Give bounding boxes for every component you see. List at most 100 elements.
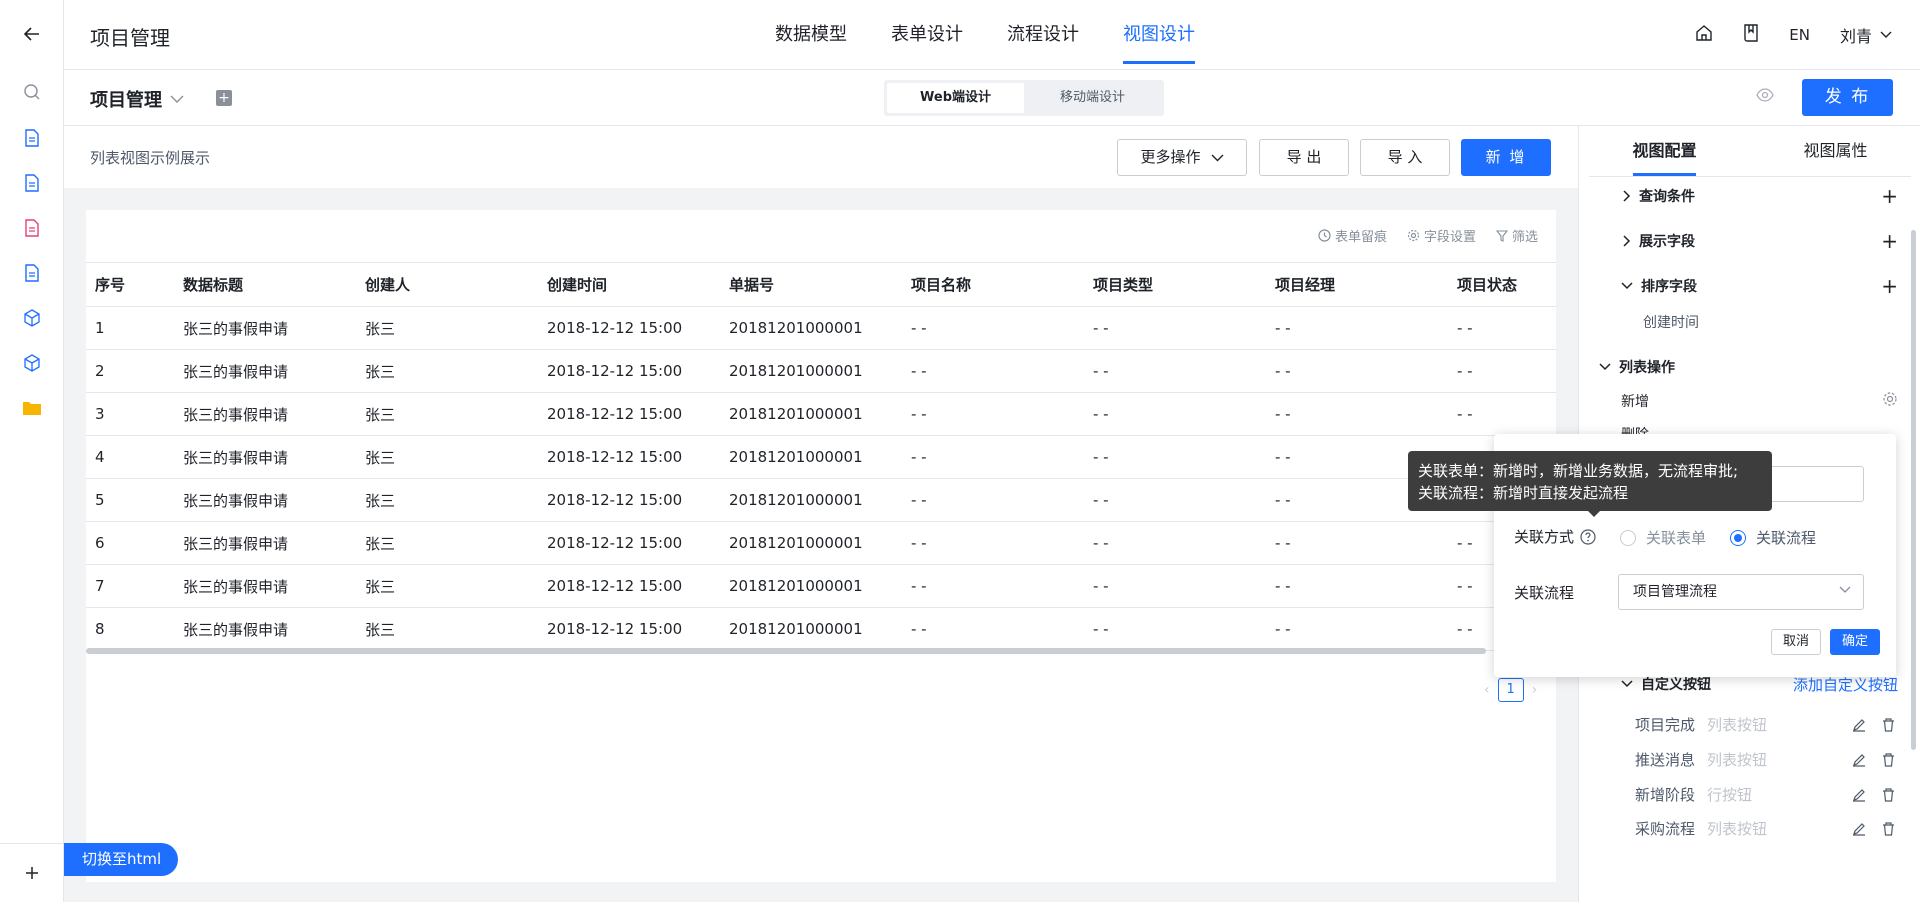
form-trace-tool[interactable]: 表单留痕 xyxy=(1318,226,1387,245)
trash-icon[interactable] xyxy=(1882,752,1895,767)
edit-icon[interactable] xyxy=(1852,718,1866,732)
project-name: 项目管理 xyxy=(90,90,162,111)
table-row[interactable]: 3 张三的事假申请 张三 2018-12-12 15:00 20181201000001… xyxy=(86,392,1556,436)
document-icon[interactable] xyxy=(0,122,64,154)
page-number[interactable]: 1 xyxy=(1497,678,1524,702)
col-header: 项目经理 xyxy=(1266,262,1448,307)
section-display[interactable]: 展示字段 xyxy=(1623,231,1695,251)
section-list-ops[interactable]: 列表操作 xyxy=(1599,357,1675,377)
cancel-button[interactable]: 取消 xyxy=(1771,629,1821,655)
confirm-button[interactable]: 确定 xyxy=(1830,629,1880,655)
gear-icon[interactable] xyxy=(1882,391,1898,411)
project-selector[interactable]: 项目管理 xyxy=(90,86,184,112)
add-query-icon[interactable]: + xyxy=(1881,186,1898,206)
chevron-down-icon xyxy=(1880,31,1892,38)
table-row[interactable]: 2 张三的事假申请 张三 2018-12-12 15:00 20181201000001… xyxy=(86,349,1556,393)
table-cell: 3 xyxy=(86,392,174,436)
table-row[interactable]: 8 张三的事假申请 张三 2018-12-12 15:00 20181201000001… xyxy=(86,607,1556,651)
switch-to-html-button[interactable]: 切换至html xyxy=(64,843,178,876)
table-row[interactable]: 5 张三的事假申请 张三 2018-12-12 15:00 20181201000001… xyxy=(86,478,1556,522)
tab-view-design[interactable]: 视图设计 xyxy=(1123,0,1195,70)
panel-tabs: 视图配置 视图属性 xyxy=(1579,126,1920,176)
table-cell: - - xyxy=(902,564,1084,608)
section-custom-buttons[interactable]: 自定义按钮 xyxy=(1621,674,1711,694)
document-icon[interactable] xyxy=(0,257,64,289)
table-cell: 20181201000001 xyxy=(720,306,902,350)
trash-icon[interactable] xyxy=(1882,787,1895,802)
import-button[interactable]: 导 入 xyxy=(1360,139,1450,176)
trash-icon[interactable] xyxy=(1882,717,1895,732)
publish-button[interactable]: 发 布 xyxy=(1802,79,1893,116)
tooltip-line: 关联流程：新增时直接发起流程 xyxy=(1418,484,1629,502)
panel-scrollbar[interactable] xyxy=(1911,230,1916,750)
top-tabs: 数据模型 表单设计 流程设计 视图设计 xyxy=(775,0,1239,70)
table-cell: - - xyxy=(1266,521,1448,565)
tab-data-model[interactable]: 数据模型 xyxy=(775,0,847,70)
field-settings-tool[interactable]: 字段设置 xyxy=(1407,226,1476,245)
flow-select[interactable]: 项目管理流程 xyxy=(1618,574,1864,610)
table-cell: 张三 xyxy=(356,478,538,522)
home-icon[interactable] xyxy=(1695,24,1713,46)
prev-page-icon[interactable]: ‹ xyxy=(1484,682,1490,698)
trash-icon[interactable] xyxy=(1882,821,1895,836)
gear-icon xyxy=(1407,229,1420,242)
table-cell: 张三的事假申请 xyxy=(174,607,356,651)
section-query[interactable]: 查询条件 xyxy=(1623,186,1695,206)
table-cell: - - xyxy=(1084,607,1266,651)
add-display-icon[interactable]: + xyxy=(1881,231,1898,251)
op-add-item[interactable]: 新增 xyxy=(1621,391,1649,411)
user-name: 刘青 xyxy=(1839,27,1872,46)
export-button[interactable]: 导 出 xyxy=(1259,139,1349,176)
cube-icon[interactable] xyxy=(0,347,64,379)
data-table: 序号 数据标题 创建人 创建时间 单据号 项目名称 项目类型 项目经理 项目状态… xyxy=(86,262,1556,651)
table-cell: - - xyxy=(902,478,1084,522)
tab-form-design[interactable]: 表单设计 xyxy=(891,0,963,70)
table-row[interactable]: 7 张三的事假申请 张三 2018-12-12 15:00 20181201000001… xyxy=(86,564,1556,608)
language-switch[interactable]: EN xyxy=(1789,26,1810,44)
pagination: ‹ 1 › xyxy=(1484,678,1537,702)
segment-web[interactable]: Web端设计 xyxy=(887,83,1024,113)
add-sort-icon[interactable]: + xyxy=(1881,276,1898,296)
table-cell: 张三 xyxy=(356,607,538,651)
table-cell: 2018-12-12 15:00 xyxy=(538,607,720,651)
view-description: 列表视图示例展示 xyxy=(90,149,211,167)
edit-icon[interactable] xyxy=(1852,822,1866,836)
plus-icon[interactable] xyxy=(0,857,64,889)
user-menu[interactable]: 刘青 xyxy=(1840,23,1892,47)
radio-link-form[interactable]: 关联表单 xyxy=(1620,527,1706,548)
search-icon[interactable] xyxy=(0,76,64,108)
link-mode-tooltip: 关联表单：新增时，新增业务数据，无流程审批; 关联流程：新增时直接发起流程 xyxy=(1408,451,1772,517)
next-page-icon[interactable]: › xyxy=(1532,682,1538,698)
edit-icon[interactable] xyxy=(1852,753,1866,767)
folder-icon[interactable] xyxy=(0,392,64,424)
edit-icon[interactable] xyxy=(1852,788,1866,802)
tab-view-config[interactable]: 视图配置 xyxy=(1579,126,1750,176)
table-cell: 20181201000001 xyxy=(720,435,902,479)
cube-icon[interactable] xyxy=(0,302,64,334)
rail-divider xyxy=(0,843,64,844)
more-actions-button[interactable]: 更多操作 xyxy=(1117,139,1247,176)
help-icon[interactable] xyxy=(1580,528,1596,545)
add-custom-button-link[interactable]: 添加自定义按钮 xyxy=(1793,674,1898,695)
book-icon[interactable] xyxy=(1743,24,1759,46)
table-row[interactable]: 6 张三的事假申请 张三 2018-12-12 15:00 20181201000001… xyxy=(86,521,1556,565)
tab-flow-design[interactable]: 流程设计 xyxy=(1007,0,1079,70)
filter-tool[interactable]: 筛选 xyxy=(1495,226,1538,245)
add-square-icon[interactable]: + xyxy=(216,90,232,106)
table-cell: 张三 xyxy=(356,435,538,479)
back-arrow-icon[interactable] xyxy=(0,18,64,50)
add-button[interactable]: 新 增 xyxy=(1461,139,1551,176)
preview-eye-icon[interactable] xyxy=(1756,88,1774,106)
document-pink-icon[interactable] xyxy=(0,212,64,244)
section-sort[interactable]: 排序字段 xyxy=(1621,276,1697,296)
table-cell: 张三 xyxy=(356,521,538,565)
sort-field-item[interactable]: 创建时间 xyxy=(1643,312,1699,332)
tab-view-props[interactable]: 视图属性 xyxy=(1750,126,1920,176)
radio-link-flow[interactable]: 关联流程 xyxy=(1730,527,1816,548)
horizontal-scrollbar[interactable] xyxy=(86,648,1486,654)
table-row[interactable]: 1 张三的事假申请 张三 2018-12-12 15:00 20181201000001… xyxy=(86,306,1556,350)
segment-mobile[interactable]: 移动端设计 xyxy=(1024,83,1161,113)
table-row[interactable]: 4 张三的事假申请 张三 2018-12-12 15:00 20181201000001… xyxy=(86,435,1556,479)
custom-button-row: 项目完成 列表按钮 xyxy=(1635,714,1895,735)
document-icon[interactable] xyxy=(0,167,64,199)
